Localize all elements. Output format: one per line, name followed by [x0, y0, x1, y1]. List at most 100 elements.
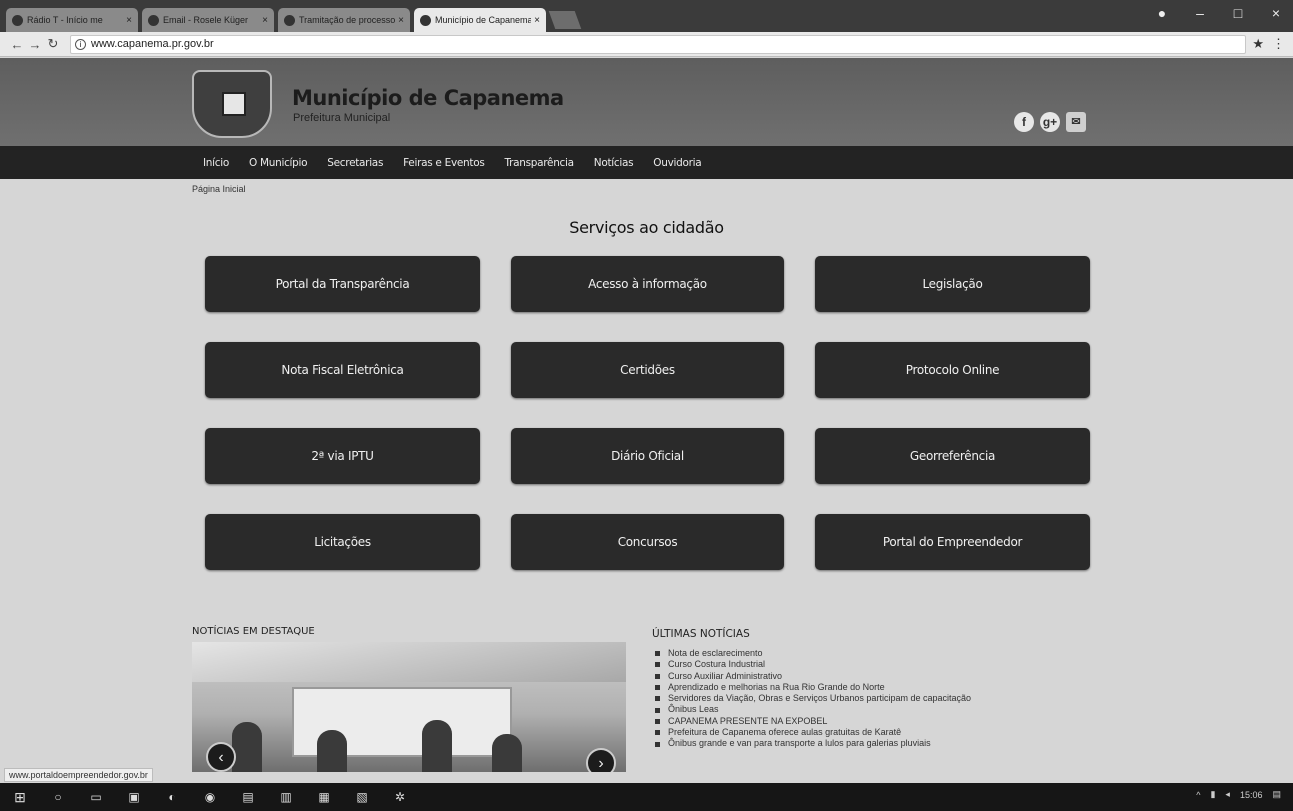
minimize-icon[interactable]: – — [1193, 5, 1207, 21]
url-field[interactable]: i www.capanema.pr.gov.br — [70, 34, 1247, 54]
excel-icon[interactable]: ▦ — [316, 789, 332, 805]
news-link[interactable]: Servidores da Viação, Obras e Serviços U… — [668, 693, 971, 704]
carousel-next-button[interactable]: › — [586, 748, 616, 772]
list-item[interactable]: CAPANEMA PRESENTE NA EXPOBEL — [655, 716, 971, 727]
new-tab-button[interactable] — [548, 11, 582, 29]
news-link[interactable]: Aprendizado e melhorias na Rua Rio Grand… — [668, 682, 885, 693]
nav-item-transparencia[interactable]: Transparência — [505, 157, 575, 169]
volume-icon[interactable]: ◂ — [1225, 789, 1230, 800]
notifications-icon[interactable]: ▤ — [1272, 789, 1281, 800]
service-button-nota-fiscal[interactable]: Nota Fiscal Eletrônica — [205, 342, 480, 398]
breadcrumb[interactable]: Página Inicial — [192, 184, 246, 194]
list-item[interactable]: Nota de esclarecimento — [655, 648, 971, 659]
forward-icon[interactable]: → — [26, 37, 44, 52]
windows-start-icon[interactable]: ⊞ — [12, 789, 28, 805]
service-button-diario-oficial[interactable]: Diário Oficial — [511, 428, 784, 484]
browser-tab[interactable]: Tramitação de processo × — [278, 8, 410, 32]
nav-item-inicio[interactable]: Início — [203, 157, 229, 169]
service-button-concursos[interactable]: Concursos — [511, 514, 784, 570]
main-navigation: Início O Município Secretarias Feiras e … — [0, 146, 1293, 179]
tab-favicon-icon — [148, 14, 159, 26]
service-button-legislacao[interactable]: Legislação — [815, 256, 1090, 312]
facebook-icon[interactable]: f — [1014, 112, 1034, 132]
carousel-prev-button[interactable]: ‹ — [206, 742, 236, 772]
news-link[interactable]: Ônibus Leas — [668, 704, 719, 715]
back-icon[interactable]: ← — [8, 37, 26, 52]
word-icon[interactable]: ▤ — [240, 789, 256, 805]
task-view-icon[interactable]: ▭ — [88, 789, 104, 805]
bullet-icon — [655, 685, 660, 691]
highlight-news-image[interactable]: ‹ › — [192, 642, 626, 772]
network-icon[interactable]: ▮ — [1210, 789, 1215, 800]
tab-close-icon[interactable]: × — [534, 15, 540, 26]
close-window-icon[interactable]: × — [1269, 5, 1283, 21]
bullet-icon — [655, 730, 660, 736]
news-link[interactable]: Ônibus grande e van para transporte a lu… — [668, 738, 931, 749]
news-link[interactable]: Prefeitura de Capanema oferece aulas gra… — [668, 727, 901, 738]
tab-favicon-icon — [420, 14, 431, 26]
maximize-icon[interactable]: □ — [1231, 5, 1245, 21]
news-link[interactable]: Nota de esclarecimento — [668, 648, 763, 659]
site-info-icon[interactable]: i — [75, 38, 86, 50]
nav-item-noticias[interactable]: Notícias — [594, 157, 634, 169]
news-link[interactable]: CAPANEMA PRESENTE NA EXPOBEL — [668, 716, 827, 727]
app-icon[interactable]: ▧ — [354, 789, 370, 805]
service-button-portal-transparencia[interactable]: Portal da Transparência — [205, 256, 480, 312]
tab-label: Município de Capanema — [435, 15, 532, 25]
bullet-icon — [655, 707, 660, 713]
chrome-icon[interactable]: ◉ — [202, 789, 218, 805]
list-item[interactable]: Prefeitura de Capanema oferece aulas gra… — [655, 727, 971, 738]
latest-news-list: Nota de esclarecimento Curso Costura Ind… — [655, 648, 971, 750]
browser-tab[interactable]: Email - Rosele Küger × — [142, 8, 274, 32]
service-button-georreferencia[interactable]: Georreferência — [815, 428, 1090, 484]
latest-news-title: ÚLTIMAS NOTÍCIAS — [652, 628, 750, 640]
list-item[interactable]: Servidores da Viação, Obras e Serviços U… — [655, 693, 971, 704]
service-button-licitacoes[interactable]: Licitações — [205, 514, 480, 570]
list-item[interactable]: Ônibus grande e van para transporte a lu… — [655, 738, 971, 749]
profile-icon[interactable]: ● — [1155, 5, 1169, 21]
service-button-acesso-informacao[interactable]: Acesso à informação — [511, 256, 784, 312]
service-button-certidoes[interactable]: Certidões — [511, 342, 784, 398]
service-button-iptu[interactable]: 2ª via IPTU — [205, 428, 480, 484]
browser-tab[interactable]: Rádio T - Início me × — [6, 8, 138, 32]
clock[interactable]: 15:06 — [1240, 790, 1263, 800]
bullet-icon — [655, 696, 660, 702]
municipal-crest-logo[interactable] — [192, 70, 272, 138]
bookmark-star-icon[interactable]: ★ — [1252, 36, 1264, 52]
tray-up-icon[interactable]: ^ — [1196, 790, 1200, 800]
tab-favicon-icon — [12, 14, 23, 26]
news-link[interactable]: Curso Auxiliar Administrativo — [668, 671, 782, 682]
service-button-protocolo-online[interactable]: Protocolo Online — [815, 342, 1090, 398]
tab-label: Rádio T - Início me — [27, 15, 103, 25]
list-item[interactable]: Aprendizado e melhorias na Rua Rio Grand… — [655, 682, 971, 693]
browser-tab-active[interactable]: Município de Capanema × — [414, 8, 546, 32]
list-item[interactable]: Curso Costura Industrial — [655, 659, 971, 670]
browser-menu-icon[interactable]: ⋮ — [1272, 36, 1285, 52]
search-icon[interactable]: ○ — [50, 789, 66, 805]
site-title[interactable]: Município de Capanema — [292, 86, 564, 110]
nav-item-secretarias[interactable]: Secretarias — [327, 157, 383, 169]
nav-item-ouvidoria[interactable]: Ouvidoria — [653, 157, 701, 169]
file-explorer-icon[interactable]: ▣ — [126, 789, 142, 805]
reload-icon[interactable]: ↻ — [44, 36, 62, 52]
service-button-portal-empreendedor[interactable]: Portal do Empreendedor — [815, 514, 1090, 570]
tab-label: Tramitação de processo — [299, 15, 396, 25]
news-link[interactable]: Curso Costura Industrial — [668, 659, 765, 670]
settings-icon[interactable]: ✲ — [392, 789, 408, 805]
outlook-icon[interactable]: ▥ — [278, 789, 294, 805]
nav-item-feiras-eventos[interactable]: Feiras e Eventos — [403, 157, 485, 169]
site-header: Município de Capanema Prefeitura Municip… — [0, 58, 1293, 146]
bullet-icon — [655, 673, 660, 679]
tab-close-icon[interactable]: × — [262, 15, 268, 26]
list-item[interactable]: Ônibus Leas — [655, 704, 971, 715]
tab-close-icon[interactable]: × — [398, 15, 404, 26]
google-plus-icon[interactable]: g+ — [1040, 112, 1060, 132]
app-icon[interactable]: ◐ — [164, 789, 180, 805]
list-item[interactable]: Curso Auxiliar Administrativo — [655, 671, 971, 682]
bullet-icon — [655, 741, 660, 747]
social-links: f g+ ✉ — [1014, 112, 1086, 132]
nav-item-o-municipio[interactable]: O Município — [249, 157, 308, 169]
tab-close-icon[interactable]: × — [126, 15, 132, 26]
email-icon[interactable]: ✉ — [1066, 112, 1086, 132]
window-controls: ● – □ × — [1155, 5, 1283, 21]
